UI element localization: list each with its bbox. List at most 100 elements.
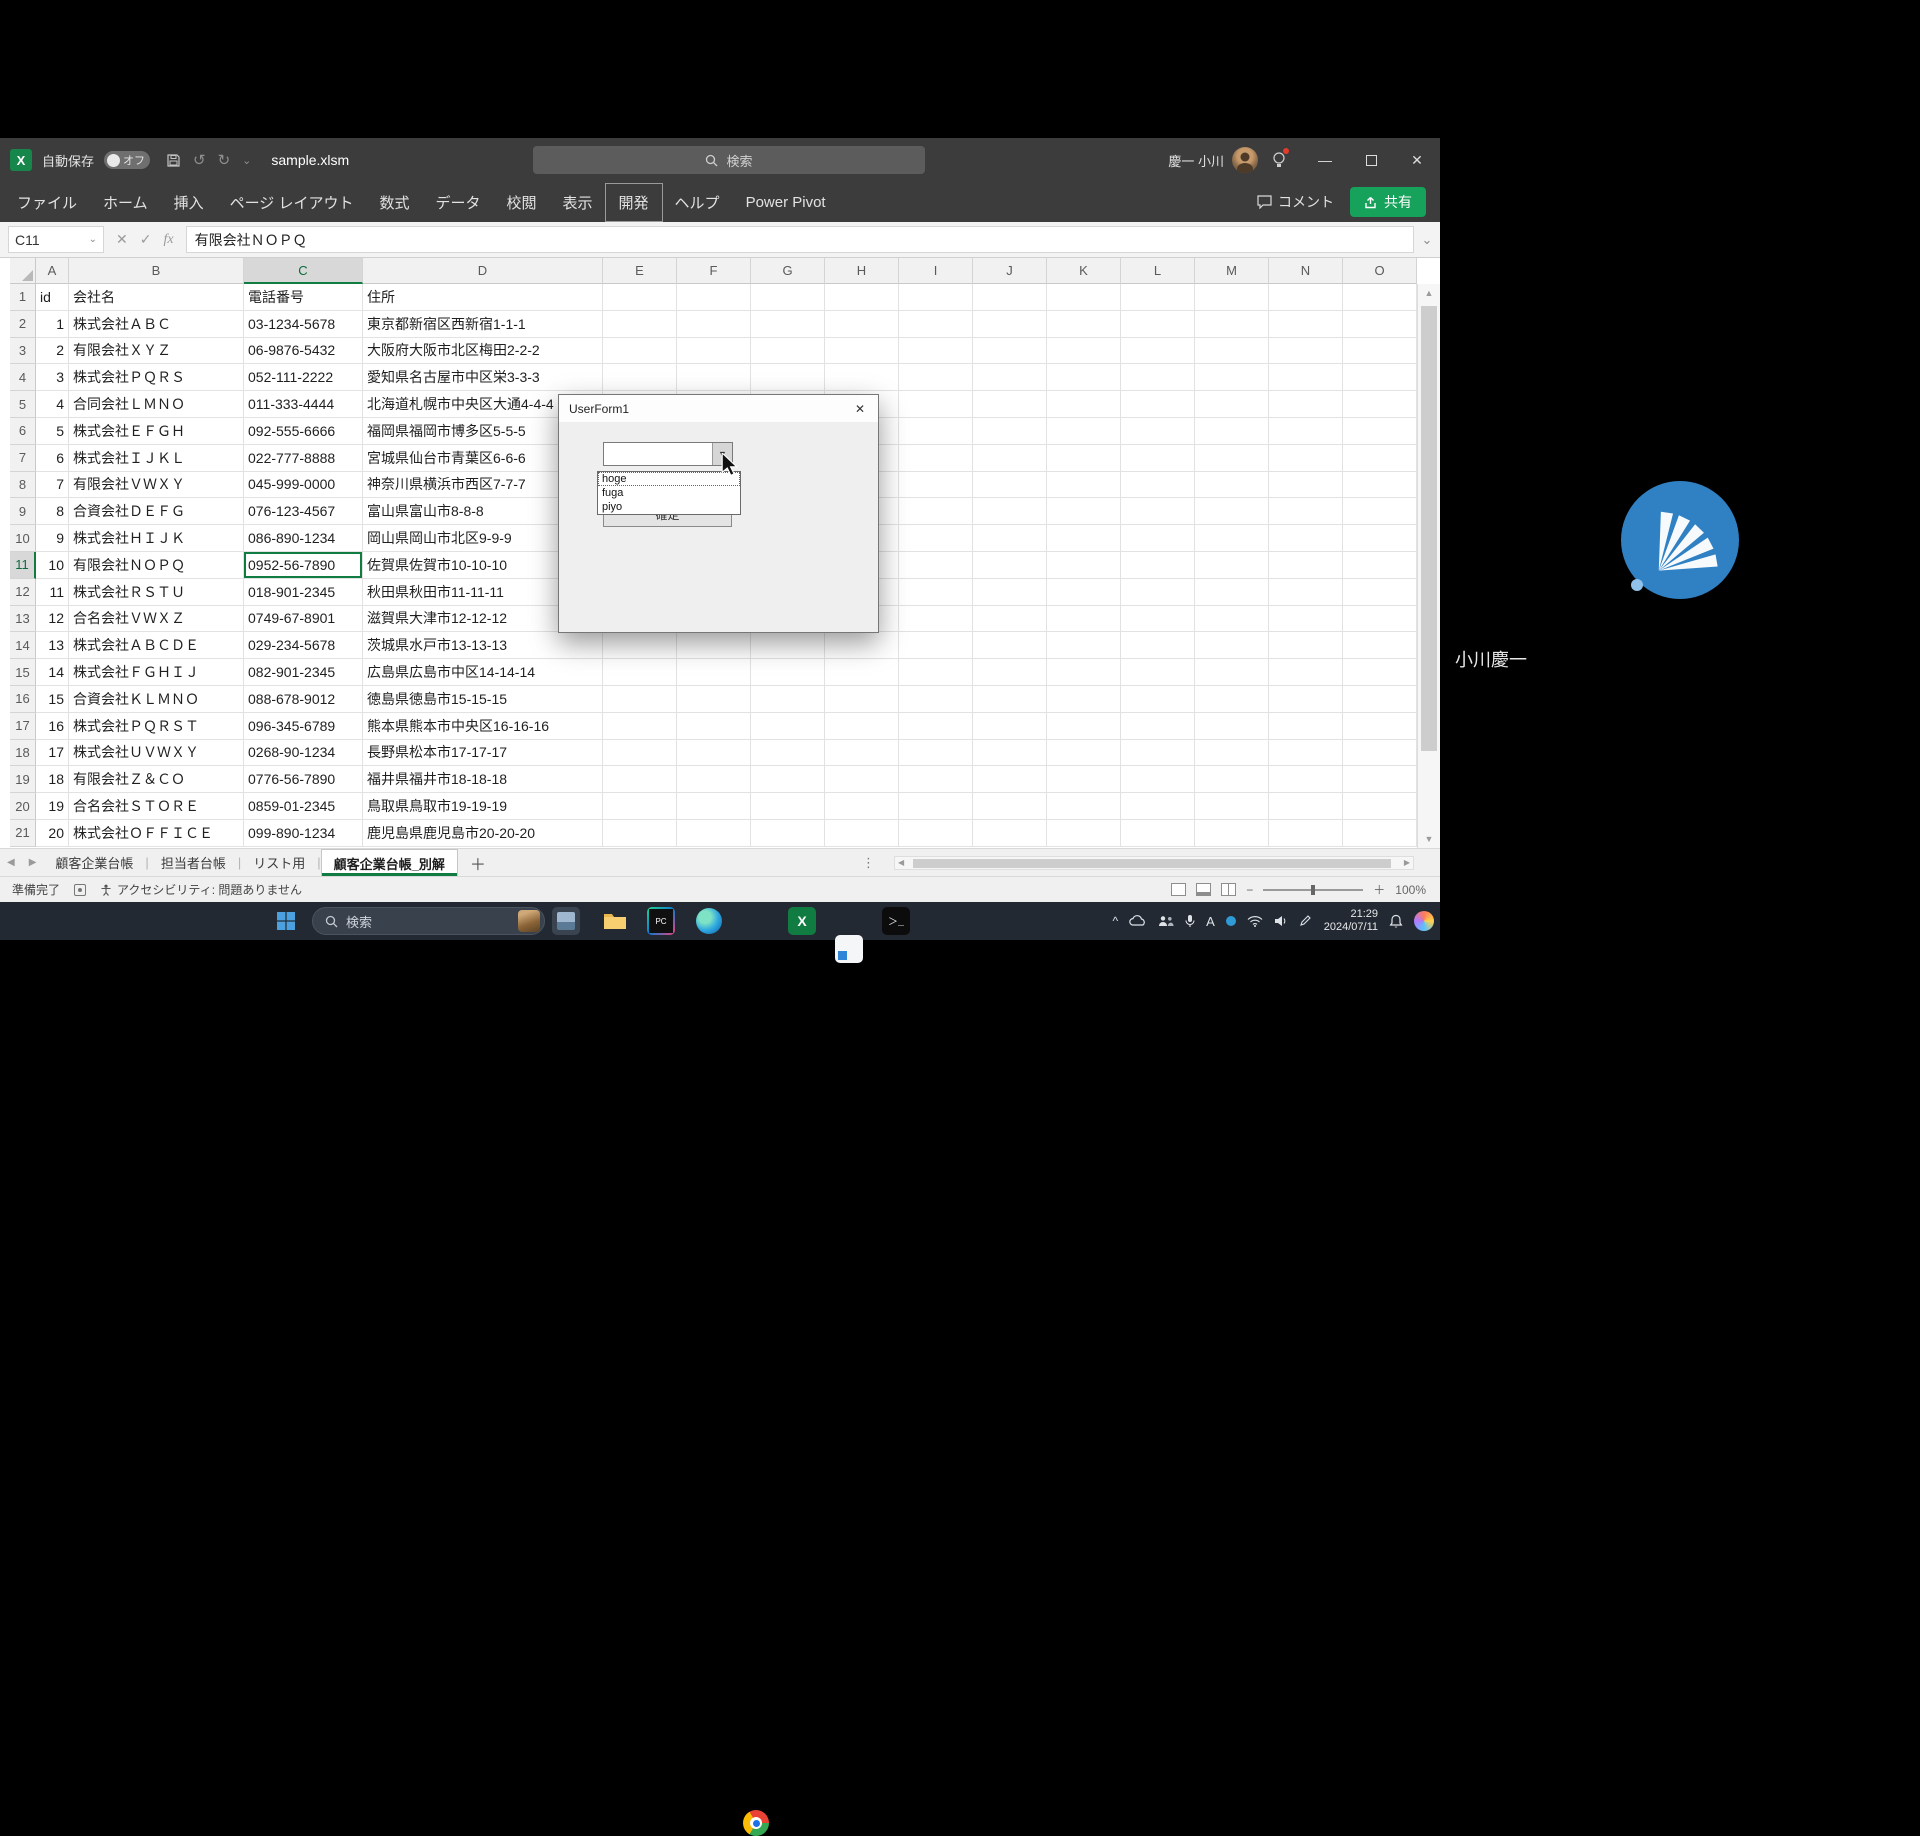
- combo-option-piyo[interactable]: piyo: [598, 500, 740, 514]
- cell-B6[interactable]: 株式会社ＥＦＧＨ: [69, 418, 244, 445]
- row-header-4[interactable]: 4: [10, 364, 36, 391]
- cell-L16[interactable]: [1121, 686, 1195, 713]
- cell-H20[interactable]: [825, 793, 899, 820]
- cell-K18[interactable]: [1047, 740, 1121, 767]
- column-header-L[interactable]: L: [1121, 258, 1195, 284]
- ime-mode-icon[interactable]: A: [1206, 914, 1215, 929]
- page-break-view-icon[interactable]: [1221, 883, 1236, 896]
- user-avatar[interactable]: [1232, 147, 1258, 173]
- edge-icon[interactable]: [696, 908, 722, 934]
- cell-B11[interactable]: 有限会社ＮＯＰＱ: [69, 552, 244, 579]
- cell-L19[interactable]: [1121, 766, 1195, 793]
- cell-F15[interactable]: [677, 659, 751, 686]
- cell-G17[interactable]: [751, 713, 825, 740]
- cell-H2[interactable]: [825, 311, 899, 338]
- notepad-icon[interactable]: [835, 935, 863, 963]
- cell-F20[interactable]: [677, 793, 751, 820]
- cell-L18[interactable]: [1121, 740, 1195, 767]
- cell-C14[interactable]: 029-234-5678: [244, 632, 363, 659]
- cell-C12[interactable]: 018-901-2345: [244, 579, 363, 606]
- cell-D21[interactable]: 鹿児島県鹿児島市20-20-20: [363, 820, 603, 847]
- vertical-scroll-thumb[interactable]: [1421, 306, 1437, 751]
- cell-G14[interactable]: [751, 632, 825, 659]
- cell-N10[interactable]: [1269, 525, 1343, 552]
- cell-I15[interactable]: [899, 659, 973, 686]
- row-header-15[interactable]: 15: [10, 659, 36, 686]
- cell-M1[interactable]: [1195, 284, 1269, 311]
- cell-A11[interactable]: 10: [36, 552, 69, 579]
- cell-L3[interactable]: [1121, 338, 1195, 365]
- cell-O15[interactable]: [1343, 659, 1417, 686]
- combo-option-fuga[interactable]: fuga: [598, 486, 740, 500]
- cell-G15[interactable]: [751, 659, 825, 686]
- row-header-10[interactable]: 10: [10, 525, 36, 552]
- cell-J16[interactable]: [973, 686, 1047, 713]
- cell-I8[interactable]: [899, 472, 973, 499]
- column-header-J[interactable]: J: [973, 258, 1047, 284]
- cell-F14[interactable]: [677, 632, 751, 659]
- cell-C5[interactable]: 011-333-4444: [244, 391, 363, 418]
- cell-F4[interactable]: [677, 364, 751, 391]
- cell-N14[interactable]: [1269, 632, 1343, 659]
- row-header-11[interactable]: 11: [10, 552, 36, 579]
- cell-B15[interactable]: 株式会社ＦＧＨＩＪ: [69, 659, 244, 686]
- cell-L12[interactable]: [1121, 579, 1195, 606]
- cell-L7[interactable]: [1121, 445, 1195, 472]
- cell-M13[interactable]: [1195, 606, 1269, 633]
- cell-H21[interactable]: [825, 820, 899, 847]
- cell-O2[interactable]: [1343, 311, 1417, 338]
- excel-app-icon[interactable]: X: [10, 149, 32, 171]
- cell-A1[interactable]: id: [36, 284, 69, 311]
- cell-B4[interactable]: 株式会社ＰＱＲＳ: [69, 364, 244, 391]
- prev-sheet-icon[interactable]: ◀: [0, 857, 22, 868]
- cell-I19[interactable]: [899, 766, 973, 793]
- cell-N13[interactable]: [1269, 606, 1343, 633]
- cell-L1[interactable]: [1121, 284, 1195, 311]
- cell-N20[interactable]: [1269, 793, 1343, 820]
- cell-L20[interactable]: [1121, 793, 1195, 820]
- row-header-21[interactable]: 21: [10, 820, 36, 847]
- onedrive-icon[interactable]: [1129, 915, 1147, 927]
- cell-A20[interactable]: 19: [36, 793, 69, 820]
- cell-K4[interactable]: [1047, 364, 1121, 391]
- cell-G19[interactable]: [751, 766, 825, 793]
- column-header-H[interactable]: H: [825, 258, 899, 284]
- cell-I11[interactable]: [899, 552, 973, 579]
- cell-N6[interactable]: [1269, 418, 1343, 445]
- cell-L14[interactable]: [1121, 632, 1195, 659]
- cell-E16[interactable]: [603, 686, 677, 713]
- pen-icon[interactable]: [1299, 915, 1313, 927]
- cell-I18[interactable]: [899, 740, 973, 767]
- column-header-B[interactable]: B: [69, 258, 244, 284]
- cell-K19[interactable]: [1047, 766, 1121, 793]
- cell-O11[interactable]: [1343, 552, 1417, 579]
- cell-O21[interactable]: [1343, 820, 1417, 847]
- cell-D16[interactable]: 徳島県徳島市15-15-15: [363, 686, 603, 713]
- column-header-O[interactable]: O: [1343, 258, 1417, 284]
- cell-G16[interactable]: [751, 686, 825, 713]
- cell-J14[interactable]: [973, 632, 1047, 659]
- cell-L21[interactable]: [1121, 820, 1195, 847]
- cell-N21[interactable]: [1269, 820, 1343, 847]
- cell-O1[interactable]: [1343, 284, 1417, 311]
- column-header-F[interactable]: F: [677, 258, 751, 284]
- row-header-3[interactable]: 3: [10, 338, 36, 365]
- clock[interactable]: 21:29 2024/07/11: [1324, 908, 1378, 934]
- cell-L17[interactable]: [1121, 713, 1195, 740]
- cell-N3[interactable]: [1269, 338, 1343, 365]
- cell-I5[interactable]: [899, 391, 973, 418]
- cell-N2[interactable]: [1269, 311, 1343, 338]
- accessibility-status[interactable]: アクセシビリティ: 問題ありません: [100, 881, 302, 898]
- cell-L4[interactable]: [1121, 364, 1195, 391]
- cell-M15[interactable]: [1195, 659, 1269, 686]
- cell-M2[interactable]: [1195, 311, 1269, 338]
- cell-I9[interactable]: [899, 498, 973, 525]
- cell-A5[interactable]: 4: [36, 391, 69, 418]
- row-header-9[interactable]: 9: [10, 498, 36, 525]
- cell-O13[interactable]: [1343, 606, 1417, 633]
- cell-K10[interactable]: [1047, 525, 1121, 552]
- cell-E20[interactable]: [603, 793, 677, 820]
- column-header-G[interactable]: G: [751, 258, 825, 284]
- cell-A9[interactable]: 8: [36, 498, 69, 525]
- whats-new-icon[interactable]: [1272, 151, 1286, 169]
